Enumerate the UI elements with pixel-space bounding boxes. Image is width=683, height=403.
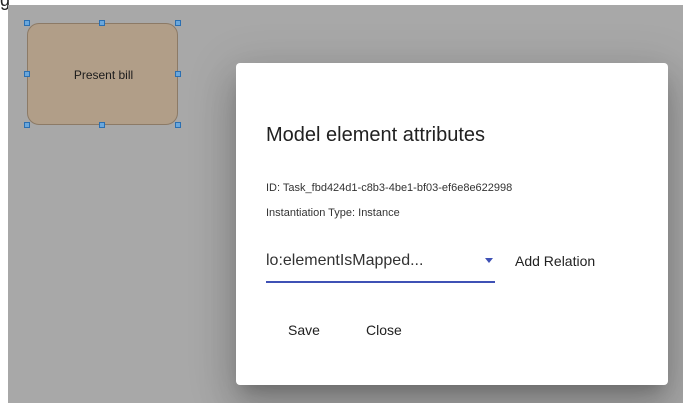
resize-handle-top-middle[interactable]: [99, 20, 105, 26]
resize-handle-bottom-left[interactable]: [24, 122, 30, 128]
task-label: Present bill: [73, 68, 134, 82]
model-element-attributes-dialog: Model element attributes ID: Task_fbd424…: [236, 63, 668, 385]
diagram-canvas: g Present bill Model element attributes …: [0, 0, 683, 403]
element-id: ID: Task_fbd424d1-c8b3-4be1-bf03-ef6e8e6…: [266, 182, 513, 194]
resize-handle-top-right[interactable]: [175, 20, 181, 26]
dialog-title: Model element attributes: [266, 124, 486, 146]
resize-handle-bottom-middle[interactable]: [99, 122, 105, 128]
resize-handle-bottom-right[interactable]: [175, 122, 181, 128]
task-present-bill[interactable]: Present bill: [27, 23, 178, 125]
instantiation-type: Instantiation Type: Instance: [266, 207, 400, 219]
close-button[interactable]: Close: [366, 322, 402, 338]
chevron-down-icon: [485, 258, 493, 263]
resize-handle-top-left[interactable]: [24, 20, 30, 26]
relation-select[interactable]: lo:elementIsMapped...: [266, 249, 495, 283]
resize-handle-middle-left[interactable]: [24, 71, 30, 77]
add-relation-button[interactable]: Add Relation: [515, 253, 595, 269]
relation-select-value: lo:elementIsMapped...: [266, 252, 424, 269]
save-button[interactable]: Save: [288, 322, 320, 338]
resize-handle-middle-right[interactable]: [175, 71, 181, 77]
